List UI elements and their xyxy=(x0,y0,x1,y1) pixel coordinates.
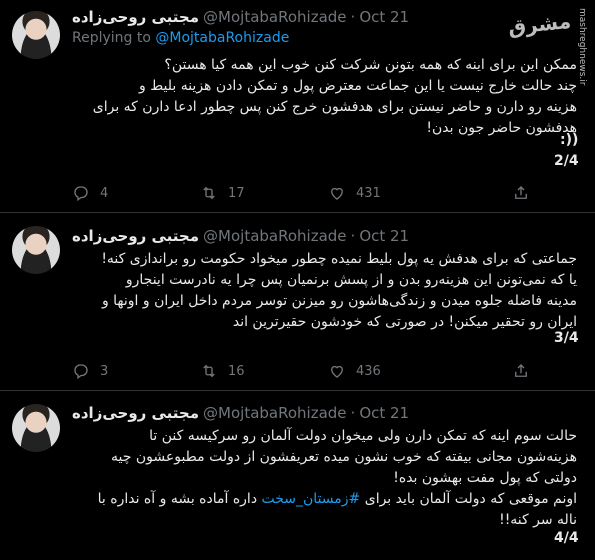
tweet-header: مجتبی روحی‌زاده @MojtabaRohizade · Oct 2… xyxy=(72,7,409,27)
tweet-date[interactable]: Oct 21 xyxy=(359,404,409,422)
tweet-line: حالت سوم اینه که تمکن دارن ولی میخوان دو… xyxy=(149,428,577,444)
action-bar: 3 16 436 xyxy=(72,362,572,382)
thread-counter: 2/4 xyxy=(554,153,579,169)
thread-counter: 4/4 xyxy=(554,530,579,546)
retweet-count: 17 xyxy=(228,185,245,201)
retweet-count: 16 xyxy=(228,363,245,379)
reply-icon xyxy=(74,186,88,202)
heart-icon xyxy=(331,187,343,200)
share-icon xyxy=(515,186,527,199)
reply-button[interactable]: 3 xyxy=(72,362,108,380)
tweet-date[interactable]: Oct 21 xyxy=(359,227,409,245)
tweet-text-fragment: اونم موقعی که دولت آلمان باید برای xyxy=(364,491,577,507)
replying-to: Replying to @MojtabaRohizade xyxy=(72,30,289,46)
retweet-icon xyxy=(203,186,215,200)
reply-count: 4 xyxy=(100,185,109,201)
retweet-button[interactable]: 17 xyxy=(200,184,245,202)
avatar[interactable] xyxy=(12,404,60,452)
separator-dot: · xyxy=(350,404,356,422)
share-button[interactable] xyxy=(512,362,540,380)
tweet-text: حالت سوم اینه که تمکن دارن ولی میخوان دو… xyxy=(72,426,577,531)
like-button[interactable]: 431 xyxy=(328,184,381,202)
retweet-button[interactable]: 16 xyxy=(200,362,245,380)
tweet-line: هزینه رو دارن و حاضر نیستن برای هدفشون خ… xyxy=(92,99,577,115)
author-handle[interactable]: @MojtabaRohizade xyxy=(203,227,347,245)
tweet-line: چند حالت خارج نیست یا این جماعت معترض پو… xyxy=(138,78,577,94)
tweet-1[interactable]: مجتبی روحی‌زاده @MojtabaRohizade · Oct 2… xyxy=(0,0,595,212)
action-bar: 4 17 431 xyxy=(72,184,572,204)
tweet-line: هزینه‌شون مجانی بیفته که خوب نشون میده ت… xyxy=(111,449,577,465)
tweet-line: اونم موقعی که دولت آلمان باید برای #زمست… xyxy=(72,489,577,510)
author-name[interactable]: مجتبی روحی‌زاده xyxy=(72,227,199,245)
author-name[interactable]: مجتبی روحی‌زاده xyxy=(72,8,199,26)
heart-icon xyxy=(331,365,343,378)
replying-to-handle[interactable]: @MojtabaRohizade xyxy=(155,30,289,46)
tweet-line: ایران رو تحقیر میکنن! در صورتی که خودشون… xyxy=(232,314,577,330)
reply-icon xyxy=(74,364,88,380)
retweet-icon xyxy=(203,364,215,378)
tweet-text: ممکن این برای اینه که همه بتونن شرکت کنن… xyxy=(72,55,577,139)
tweet-line: ناله سر کنه!! xyxy=(499,512,577,528)
avatar[interactable] xyxy=(12,11,60,59)
like-count: 431 xyxy=(356,185,381,201)
reply-button[interactable]: 4 xyxy=(72,184,108,202)
reply-count: 3 xyxy=(100,363,109,379)
thread-counter: 3/4 xyxy=(554,330,579,346)
tweet-text: جماعتی که برای هدفش یه پول بلیط نمیده چط… xyxy=(72,249,577,333)
share-icon xyxy=(515,364,527,377)
author-handle[interactable]: @MojtabaRohizade xyxy=(203,8,347,26)
tweet-emoticon: :)) xyxy=(560,132,579,148)
tweet-line: یا که نمی‌تونن این هزینه‌رو بدن و از پسش… xyxy=(125,272,577,288)
tweet-2[interactable]: مجتبی روحی‌زاده @MojtabaRohizade · Oct 2… xyxy=(0,212,595,390)
tweet-header: مجتبی روحی‌زاده @MojtabaRohizade · Oct 2… xyxy=(72,226,409,246)
tweet-line: دولتی که پول مفت بهشون بده! xyxy=(393,470,577,486)
separator-dot: · xyxy=(350,8,356,26)
tweet-text-fragment: داره آماده بشه و آه نداره با xyxy=(97,491,258,507)
tweet-line: هدفشون حاضر جون بدن! xyxy=(426,120,577,136)
tweet-line: ممکن این برای اینه که همه بتونن شرکت کنن… xyxy=(164,57,577,73)
tweet-header: مجتبی روحی‌زاده @MojtabaRohizade · Oct 2… xyxy=(72,403,409,423)
like-button[interactable]: 436 xyxy=(328,362,381,380)
hashtag-link[interactable]: #زمستان_سخت xyxy=(262,491,361,507)
share-button[interactable] xyxy=(512,184,540,202)
separator-dot: · xyxy=(350,227,356,245)
like-count: 436 xyxy=(356,363,381,379)
tweet-3[interactable]: مجتبی روحی‌زاده @MojtabaRohizade · Oct 2… xyxy=(0,390,595,560)
replying-to-label: Replying to xyxy=(72,30,151,46)
avatar[interactable] xyxy=(12,226,60,274)
tweet-date[interactable]: Oct 21 xyxy=(359,8,409,26)
tweet-line: مدینه فاضله جلوه میدن و زندگی‌هاشون رو م… xyxy=(101,293,577,309)
author-name[interactable]: مجتبی روحی‌زاده xyxy=(72,404,199,422)
tweet-line: جماعتی که برای هدفش یه پول بلیط نمیده چط… xyxy=(101,251,577,267)
author-handle[interactable]: @MojtabaRohizade xyxy=(203,404,347,422)
